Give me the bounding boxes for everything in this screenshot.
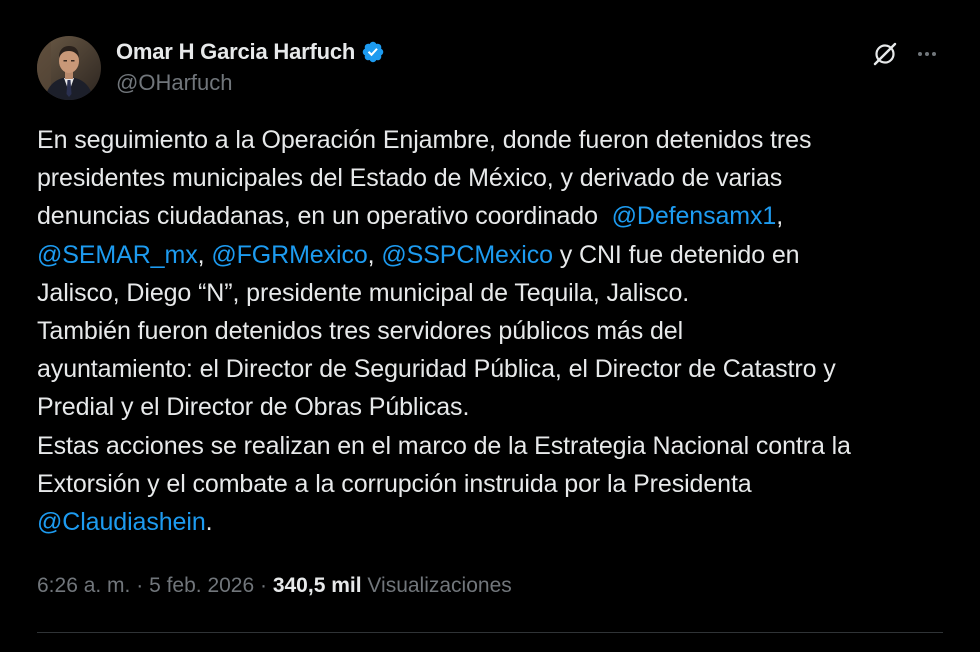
tweet-line: denuncias ciudadanas, en un operativo co… [37, 197, 947, 235]
more-icon[interactable] [912, 40, 942, 68]
grok-icon[interactable] [871, 40, 899, 68]
mention-claudiashein[interactable]: @Claudiashein [37, 508, 206, 536]
tweet-text: En seguimiento a la Operación Enjambre, … [37, 121, 947, 541]
tweet-date[interactable]: 5 feb. 2026 [149, 574, 254, 597]
mention-fgrmexico[interactable]: @FGRMexico [211, 241, 367, 269]
tweet-line: Extorsión y el combate a la corrupción i… [37, 469, 752, 498]
views-count[interactable]: 340,5 mil [273, 574, 362, 597]
user-info: Omar H Garcia Harfuch @OHarfuch [116, 38, 385, 96]
tweet-line-text: . [205, 508, 213, 537]
mention-sspcmexico[interactable]: @SSPCMexico [381, 241, 553, 269]
tweet-container: Omar H Garcia Harfuch @OHarfuch En segui… [0, 0, 980, 652]
avatar[interactable] [37, 36, 101, 100]
views-label: Visualizaciones [361, 574, 512, 597]
tweet-line: presidentes municipales del Estado de Mé… [37, 164, 783, 193]
tweet-line: Estas acciones se realizan en el marco d… [37, 431, 851, 460]
tweet-line-text: y CNI fue detenido en [552, 240, 800, 269]
name-row: Omar H Garcia Harfuch [116, 38, 385, 66]
divider [37, 632, 943, 633]
tweet-meta: 6:26 a. m. · 5 feb. 2026 · 340,5 mil Vis… [37, 574, 512, 598]
tweet-time[interactable]: 6:26 a. m. [37, 574, 130, 597]
display-name[interactable]: Omar H Garcia Harfuch [116, 39, 355, 65]
tweet-line: Jalisco, Diego “N”, presidente municipal… [37, 278, 690, 307]
tweet-line: También fueron detenidos tres servidores… [37, 317, 684, 346]
tweet-line: En seguimiento a la Operación Enjambre, … [37, 126, 812, 154]
handle[interactable]: @OHarfuch [116, 70, 385, 96]
tweet-line: Predial y el Director de Obras Públicas. [37, 393, 470, 422]
tweet-line: @SEMAR_mx, @FGRMexico, @SSPCMexico y CNI… [37, 236, 947, 274]
tweet-line-text: , [197, 240, 212, 269]
tweet-line-text: , [776, 202, 784, 231]
mention-defensamx1[interactable]: @Defensamx1 [612, 202, 777, 230]
tweet-line: ayuntamiento: el Director de Seguridad P… [37, 355, 836, 384]
tweet-line-text: , [367, 240, 382, 269]
mention-semar-mx[interactable]: @SEMAR_mx [37, 241, 198, 269]
profile-photo [37, 36, 101, 100]
verified-badge-icon [361, 40, 385, 64]
meta-separator: · [130, 574, 150, 597]
tweet-line-text: denuncias ciudadanas, en un operativo co… [37, 202, 612, 231]
meta-separator: · [254, 574, 273, 597]
tweet-line: @Claudiashein. [37, 503, 947, 541]
